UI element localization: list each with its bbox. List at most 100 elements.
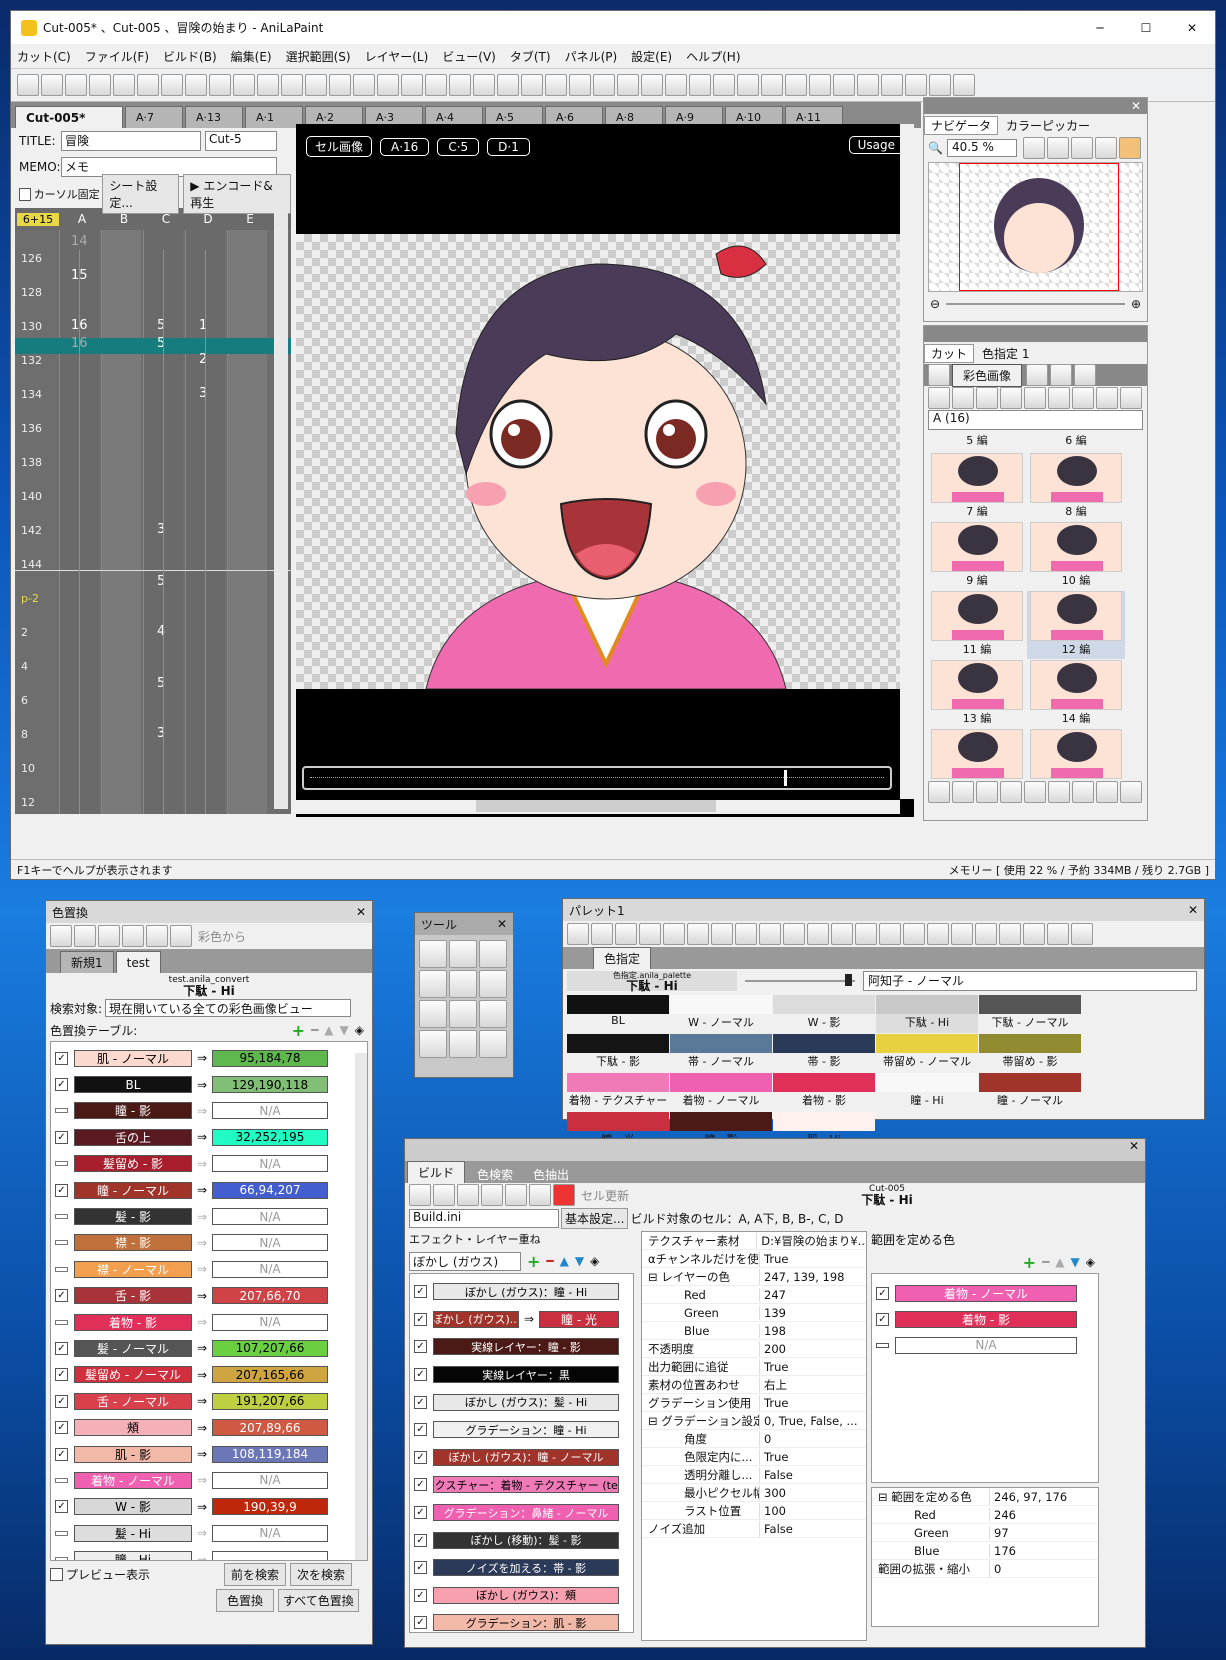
tab-new1[interactable]: 新規1 xyxy=(60,951,114,973)
property-value[interactable]: True xyxy=(760,1450,788,1464)
target-color[interactable]: 66,94,207 xyxy=(212,1181,328,1199)
effect-select[interactable]: ぼかし (ガウス) xyxy=(409,1251,521,1271)
row-checkbox[interactable] xyxy=(55,1266,68,1272)
property-row[interactable]: 最小ピクセル幅 300 xyxy=(642,1484,866,1502)
table-scrollbar[interactable] xyxy=(355,1052,367,1560)
toolbar-button-icon[interactable] xyxy=(689,74,711,96)
row-checkbox[interactable]: ✓ xyxy=(55,1394,68,1408)
up-icon[interactable]: ▲ xyxy=(560,1254,569,1268)
row-checkbox[interactable]: ✓ xyxy=(55,1341,68,1355)
range-row[interactable]: N/A xyxy=(872,1332,1098,1358)
property-row[interactable]: グラデーション使用 True xyxy=(642,1394,866,1412)
effect-item[interactable]: 実線レイヤー：黒 xyxy=(433,1366,619,1384)
sheet-settings-button[interactable]: シート設定... xyxy=(102,174,180,214)
refresh-icon[interactable] xyxy=(529,1184,551,1206)
palette-tool-icon[interactable] xyxy=(999,923,1021,945)
open-icon[interactable] xyxy=(433,1184,455,1206)
toolbar-button-icon[interactable] xyxy=(641,74,663,96)
cut-bottom-icon[interactable] xyxy=(976,781,998,803)
effect-checkbox[interactable]: ✓ xyxy=(414,1533,427,1547)
close-icon[interactable]: ✕ xyxy=(1188,903,1198,917)
toolbar-button-icon[interactable] xyxy=(401,74,423,96)
usage-button[interactable]: Usage xyxy=(848,136,904,154)
effect-row[interactable]: ✓ グラデーション：瞳 - Hi xyxy=(410,1416,633,1444)
property-value[interactable]: 246, 97, 176 xyxy=(990,1490,1067,1504)
property-value[interactable]: 139 xyxy=(760,1306,786,1320)
property-value[interactable]: D:¥冒険の始まり¥... xyxy=(757,1233,866,1249)
cut-bottom-icon[interactable] xyxy=(928,781,950,803)
cell-c[interactable]: 5 xyxy=(157,336,165,351)
cut-tool-icon[interactable] xyxy=(1024,387,1046,409)
timesheet-grid[interactable]: 126 128 130 132 134 136 138 140 142 144 p-2 2 4 6 8 10 1… xyxy=(15,230,291,814)
effect-item[interactable]: グラデーション：鼻緒 - ノーマル xyxy=(433,1504,619,1522)
palette-tool-icon[interactable] xyxy=(831,923,853,945)
palette-tool-icon[interactable] xyxy=(639,923,661,945)
effect-checkbox[interactable]: ✓ xyxy=(414,1506,427,1520)
toolbar-button-icon[interactable] xyxy=(17,74,39,96)
table-row[interactable]: 着物 - ノーマル ⇒ N/A xyxy=(51,1467,367,1493)
palette-tool-icon[interactable] xyxy=(591,923,613,945)
color-spec-tab[interactable]: 色指定 1 xyxy=(974,345,1037,362)
tool-icon[interactable] xyxy=(479,1030,507,1058)
toolbar-button-icon[interactable] xyxy=(209,74,231,96)
table-row[interactable]: 髪 - Hi ⇒ N/A xyxy=(51,1520,367,1546)
toolbar-button-icon[interactable] xyxy=(785,74,807,96)
tab-color-search[interactable]: 色検索 xyxy=(467,1166,523,1183)
tab-icon-2[interactable] xyxy=(1026,364,1049,386)
palette-slider[interactable] xyxy=(745,974,855,986)
table-row[interactable]: 瞳 - 影 ⇒ N/A xyxy=(51,1098,367,1124)
property-row[interactable]: 色限定内に... True xyxy=(642,1448,866,1466)
source-color[interactable]: 襟 - ノーマル xyxy=(74,1260,192,1278)
cut-bottom-icon[interactable] xyxy=(1048,781,1070,803)
property-row[interactable]: ノイズ追加 False xyxy=(642,1520,866,1538)
tool-icon[interactable] xyxy=(419,970,447,998)
toolbar-button-icon[interactable] xyxy=(881,74,903,96)
table-row[interactable]: ✓ BL ⇒ 129,190,118 xyxy=(51,1071,367,1097)
row-checkbox[interactable]: ✓ xyxy=(55,1183,68,1197)
palette-cell[interactable]: 帯 - 影 xyxy=(773,1034,875,1072)
add-icon[interactable]: + xyxy=(1023,1253,1036,1272)
source-color[interactable]: 肌 - ノーマル xyxy=(74,1049,192,1067)
up-icon[interactable]: ▲ xyxy=(324,1023,333,1037)
thumbnail-item[interactable]: 7 編 xyxy=(928,453,1026,521)
thumbnail-item[interactable]: 15 編 xyxy=(928,729,1026,780)
cell-c[interactable]: 5 xyxy=(157,318,165,333)
palette-tool-icon[interactable] xyxy=(927,923,949,945)
cell-c[interactable]: 3 xyxy=(157,726,165,741)
source-color[interactable]: 着物 - ノーマル xyxy=(74,1471,192,1489)
effect-row[interactable]: ✓ ぼかし (ガウス)：瞳 - ノーマル xyxy=(410,1444,633,1472)
effect-row[interactable]: ✓ ぼかし (ガウス)：瞳 - Hi xyxy=(410,1278,633,1306)
effect-row[interactable]: ✓ ぼかし (ガウス)：頰 xyxy=(410,1582,633,1610)
toolbar-button-icon[interactable] xyxy=(761,74,783,96)
effect-item[interactable]: ぼかし (ガウス)：髪 - Hi xyxy=(433,1393,619,1411)
fill-icon[interactable]: ◈ xyxy=(590,1254,599,1268)
nav-width-button[interactable] xyxy=(1070,137,1093,159)
open-icon[interactable] xyxy=(98,925,120,947)
cel-a-button[interactable]: A·16 xyxy=(380,137,430,156)
cell-c[interactable]: 3 xyxy=(157,522,165,537)
property-row[interactable]: Blue 176 xyxy=(872,1542,1098,1560)
from-color-button[interactable]: 彩色から xyxy=(198,928,246,945)
cell-c[interactable]: 4 xyxy=(157,624,165,639)
row-checkbox[interactable]: ✓ xyxy=(55,1500,68,1514)
current-frame-row[interactable] xyxy=(15,338,291,354)
property-row[interactable]: ⊟ グラデーション設定 0, True, False, ... xyxy=(642,1412,866,1430)
palette-tool-icon[interactable] xyxy=(663,923,685,945)
menu-item-0[interactable]: カット(C) xyxy=(17,48,71,65)
target-color[interactable]: 129,190,118 xyxy=(212,1076,328,1094)
table-row[interactable]: 襟 - 影 ⇒ N/A xyxy=(51,1230,367,1256)
palette-cell[interactable]: 下駄 - 影 xyxy=(567,1034,669,1072)
palette-cell[interactable]: 下駄 - ノーマル xyxy=(979,995,1081,1033)
table-row[interactable]: ✓ 舌の上 ⇒ 32,252,195 xyxy=(51,1124,367,1150)
cut-tool-icon[interactable] xyxy=(1000,387,1022,409)
canvas-area[interactable] xyxy=(296,234,914,689)
column-header-C[interactable]: C xyxy=(145,212,187,226)
thumbnail-item[interactable]: 10 編 xyxy=(1027,522,1125,590)
menu-item-3[interactable]: 編集(E) xyxy=(231,48,272,65)
row-checkbox[interactable]: ✓ xyxy=(55,1289,68,1303)
new-icon[interactable] xyxy=(74,925,96,947)
toolbar-button-icon[interactable] xyxy=(137,74,159,96)
effect-row[interactable]: ✓ ぼかし (ガウス)：髪 - Hi xyxy=(410,1388,633,1416)
property-value[interactable]: 右上 xyxy=(760,1377,787,1393)
effect-item[interactable]: ぼかし (ガウス)：瞳 - Hi xyxy=(433,1283,619,1301)
